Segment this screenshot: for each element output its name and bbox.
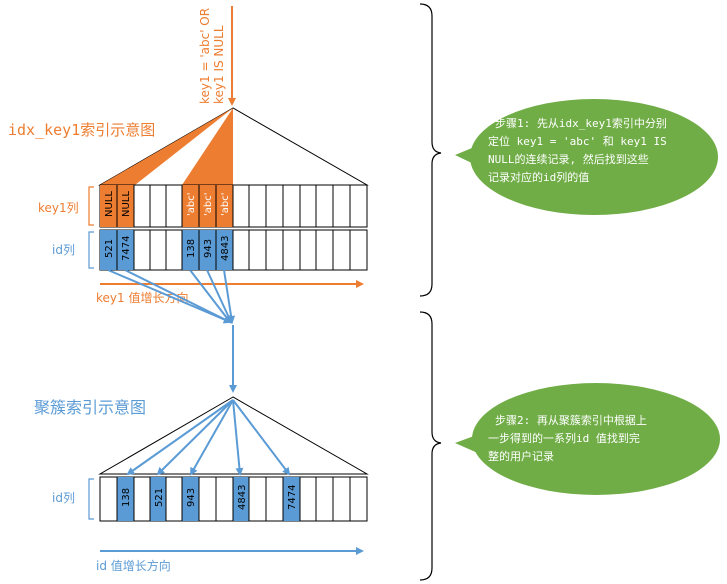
step2-line-1: 步骤2: 再从聚簇索引中根据上 — [495, 413, 647, 427]
clustered-id-value-2: 521 — [154, 488, 165, 507]
key-value-3: 'abc' — [186, 193, 197, 216]
step1-callout: 步骤1: 先从idx_key1索引中分别 定位 key1 = 'abc' 和 k… — [455, 99, 718, 215]
step1-brace — [419, 3, 442, 297]
step1-line-2: 定位 key1 = 'abc' 和 key1 IS — [488, 134, 667, 148]
id-value-3: 138 — [186, 239, 197, 258]
abc-range-highlight — [182, 108, 233, 185]
secondary-index-id-row: 521 7474 138 943 4843 — [99, 229, 368, 271]
step1-line-4: 记录对应的id列的值 — [488, 170, 589, 184]
step2-brace — [419, 311, 442, 581]
key-row-bracket — [88, 186, 94, 226]
id-value-5: 4843 — [220, 236, 231, 261]
step2-callout: 步骤2: 再从聚簇索引中根据上 一步得到的一系列id 值找到完 整的用户记录 — [455, 383, 720, 495]
index-lookup-diagram: key1 = 'abc' OR key1 IS NULL idx_key1索引示… — [8, 3, 720, 581]
step2-line-2: 一步得到的一系列id 值找到完 — [488, 431, 640, 445]
secondary-index-title: idx_key1索引示意图 — [8, 121, 155, 139]
id-value-1: 521 — [104, 239, 115, 258]
id-growth-label: id 值增长方向 — [96, 558, 171, 573]
id-value-2: 7474 — [121, 236, 132, 261]
id-value-4: 943 — [203, 239, 214, 258]
clustered-index-id-row: 138 521 943 4843 7474 — [99, 476, 368, 522]
clustered-id-value-3: 943 — [186, 488, 197, 507]
id-row-bracket — [88, 231, 94, 269]
id-column-label: id列 — [52, 243, 75, 257]
key-value-2: NULL — [121, 191, 132, 217]
clustered-id-value-5: 7474 — [287, 485, 298, 510]
secondary-index-key-row: NULL NULL 'abc' 'abc' 'abc' — [99, 184, 368, 228]
key-value-5: 'abc' — [220, 193, 231, 216]
clustered-index-title: 聚簇索引示意图 — [34, 398, 146, 417]
query-condition-line1: key1 = 'abc' OR — [198, 8, 212, 104]
query-condition-line2: key1 IS NULL — [212, 25, 226, 104]
key-value-4: 'abc' — [203, 193, 214, 216]
step1-line-1: 步骤1: 先从idx_key1索引中分别 — [495, 116, 667, 130]
step2-line-3: 整的用户记录 — [488, 449, 554, 463]
clustered-id-value-1: 138 — [121, 488, 132, 507]
key-value-1: NULL — [104, 191, 115, 217]
clustered-id-row-bracket — [88, 478, 94, 520]
clustered-id-column-label: id列 — [52, 491, 75, 505]
key-column-label: key1列 — [38, 201, 79, 215]
step1-line-3: NULL的连续记录, 然后找到这些 — [488, 152, 649, 166]
clustered-id-value-4: 4843 — [237, 485, 248, 510]
